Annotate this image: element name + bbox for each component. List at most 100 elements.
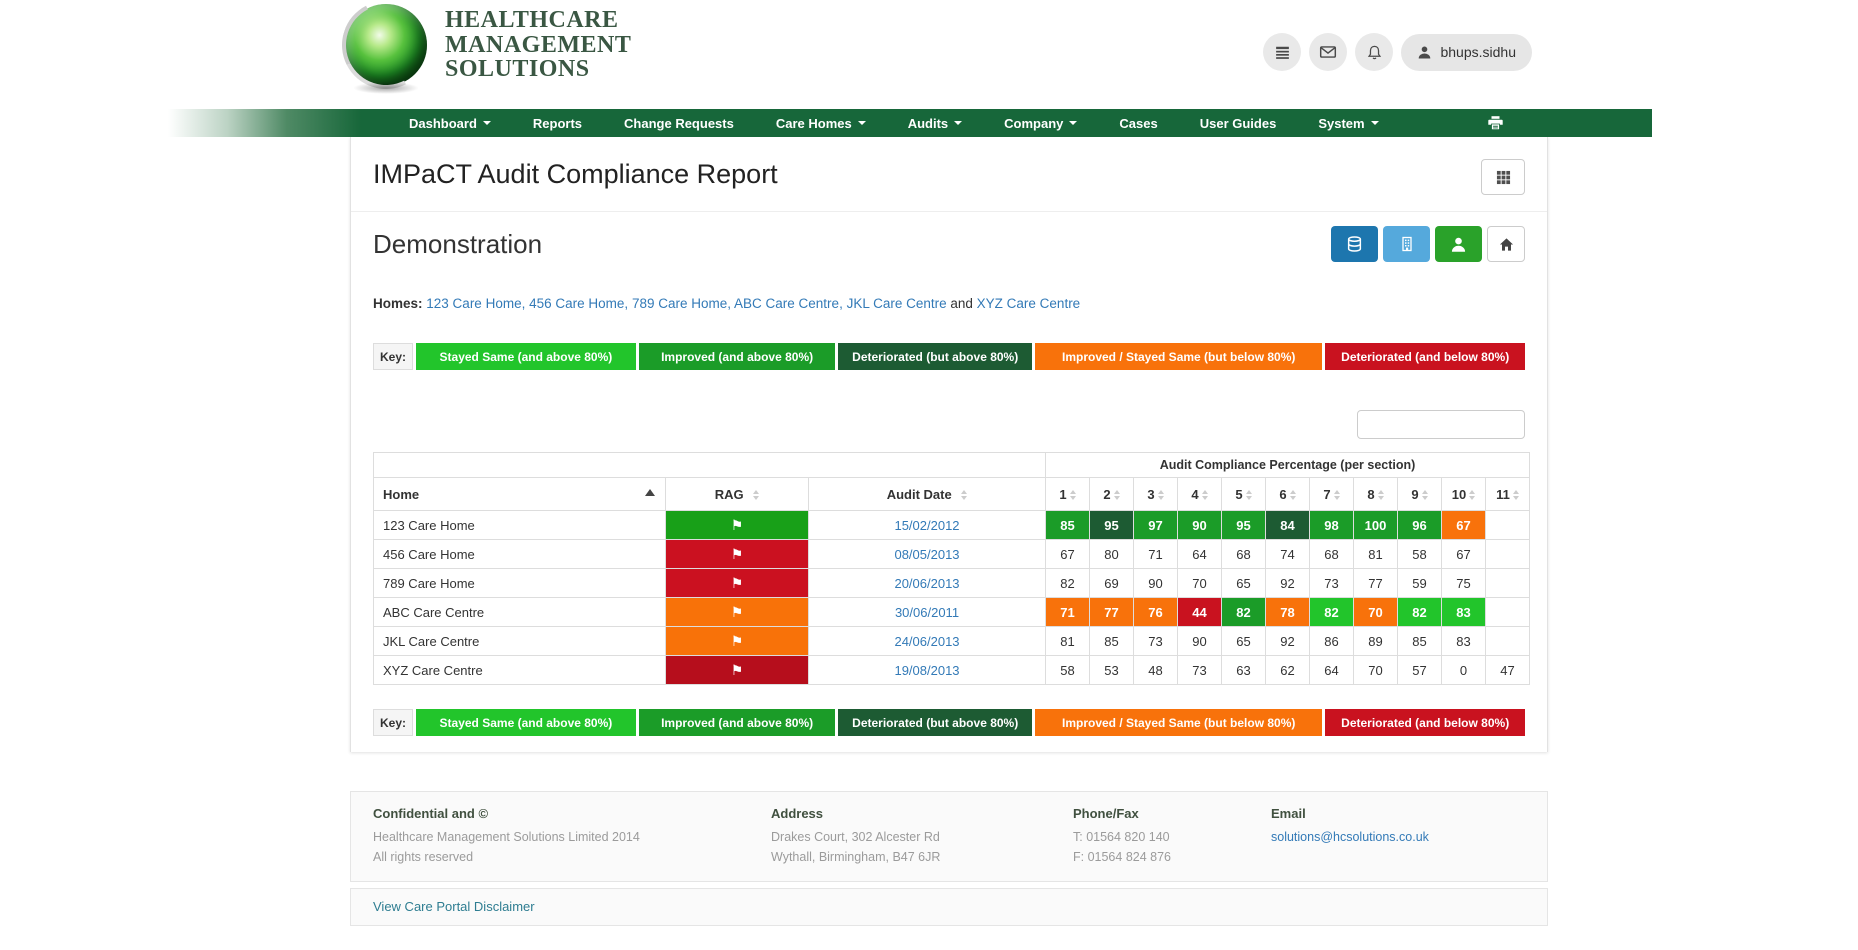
column-header-home[interactable]: Home — [374, 478, 666, 511]
column-header-6[interactable]: 6 — [1266, 478, 1310, 511]
feed-button[interactable] — [1263, 33, 1301, 71]
footer-address: Address Drakes Court, 302 Alcester Rd Wy… — [771, 806, 1073, 867]
key-item-deteriorated_above: Deteriorated (but above 80%) — [838, 343, 1032, 370]
nav-item-label: Audits — [908, 116, 948, 131]
rag-status-cell: ⚑ — [666, 656, 809, 685]
home-link-456-care-home[interactable]: 456 Care Home — [529, 296, 624, 311]
compliance-value-cell: 67 — [1442, 511, 1486, 540]
section-number-label: 1 — [1059, 487, 1066, 502]
user-menu-button[interactable]: bhups.sidhu — [1401, 34, 1532, 71]
separator: , — [624, 296, 632, 311]
home-button[interactable] — [1487, 226, 1525, 262]
column-header-9[interactable]: 9 — [1398, 478, 1442, 511]
audit-date-link[interactable]: 19/08/2013 — [809, 656, 1046, 685]
table-search-input[interactable] — [1357, 410, 1525, 439]
database-button[interactable] — [1331, 226, 1378, 262]
audit-date-link[interactable]: 08/05/2013 — [809, 540, 1046, 569]
sort-icon — [1513, 490, 1519, 500]
nav-item-dashboard[interactable]: Dashboard — [388, 109, 512, 137]
home-link-jkl-care-centre[interactable]: JKL Care Centre — [847, 296, 947, 311]
nav-item-change-requests[interactable]: Change Requests — [603, 109, 755, 137]
logo-line-2: MANAGEMENT — [445, 33, 631, 58]
nav-item-label: Change Requests — [624, 116, 734, 131]
section-number-label: 6 — [1279, 487, 1286, 502]
compliance-value-cell: 82 — [1046, 569, 1090, 598]
column-header-11[interactable]: 11 — [1486, 478, 1530, 511]
disclaimer-link[interactable]: View Care Portal Disclaimer — [373, 899, 535, 914]
user-report-button[interactable] — [1435, 226, 1482, 262]
compliance-value-cell: 48 — [1134, 656, 1178, 685]
compliance-value-cell: 71 — [1134, 540, 1178, 569]
compliance-value-cell: 97 — [1134, 511, 1178, 540]
column-header-8[interactable]: 8 — [1354, 478, 1398, 511]
nav-item-user-guides[interactable]: User Guides — [1179, 109, 1298, 137]
nav-item-label: Cases — [1119, 116, 1157, 131]
footer-email-link[interactable]: solutions@hcsolutions.co.uk — [1271, 827, 1429, 847]
nav-item-system[interactable]: System — [1297, 109, 1399, 137]
building-button[interactable] — [1383, 226, 1430, 262]
compliance-value-cell — [1486, 511, 1530, 540]
home-link-abc-care-centre[interactable]: ABC Care Centre — [734, 296, 839, 311]
flag-icon[interactable]: ⚑ — [666, 569, 808, 597]
column-header-10[interactable]: 10 — [1442, 478, 1486, 511]
compliance-value-cell: 0 — [1442, 656, 1486, 685]
audit-date-link[interactable]: 30/06/2011 — [809, 598, 1046, 627]
grid-icon — [1496, 170, 1511, 185]
audit-date-link[interactable]: 20/06/2013 — [809, 569, 1046, 598]
flag-icon[interactable]: ⚑ — [666, 598, 808, 626]
flag-icon[interactable]: ⚑ — [666, 627, 808, 655]
key-item-deteriorated_above: Deteriorated (but above 80%) — [838, 709, 1032, 736]
footer-confidential: Confidential and © Healthcare Management… — [373, 806, 771, 867]
flag-icon[interactable]: ⚑ — [666, 656, 808, 684]
compliance-value-cell: 78 — [1266, 598, 1310, 627]
compliance-value-cell: 81 — [1046, 627, 1090, 656]
flag-icon[interactable]: ⚑ — [666, 540, 808, 568]
section-number-label: 11 — [1496, 487, 1510, 502]
compliance-value-cell: 58 — [1046, 656, 1090, 685]
column-header-rag[interactable]: RAG — [666, 478, 809, 511]
nav-item-audits[interactable]: Audits — [887, 109, 983, 137]
column-header-5[interactable]: 5 — [1222, 478, 1266, 511]
compliance-value-cell: 74 — [1266, 540, 1310, 569]
logo-sphere-icon — [345, 4, 427, 86]
caret-down-icon — [954, 121, 962, 125]
logo-text: HEALTHCARE MANAGEMENT SOLUTIONS — [445, 8, 631, 82]
key-item-improved_below: Improved / Stayed Same (but below 80%) — [1035, 343, 1322, 370]
nav-item-company[interactable]: Company — [983, 109, 1098, 137]
footer-address-heading: Address — [771, 806, 1073, 821]
compliance-value-cell: 90 — [1178, 627, 1222, 656]
messages-button[interactable] — [1309, 33, 1347, 71]
audit-date-link[interactable]: 24/06/2013 — [809, 627, 1046, 656]
column-header-4[interactable]: 4 — [1178, 478, 1222, 511]
nav-item-reports[interactable]: Reports — [512, 109, 603, 137]
person-icon — [1450, 236, 1467, 253]
key-item-deteriorated_below: Deteriorated (and below 80%) — [1325, 343, 1525, 370]
key-item-deteriorated_below: Deteriorated (and below 80%) — [1325, 709, 1525, 736]
nav-item-cases[interactable]: Cases — [1098, 109, 1178, 137]
compliance-value-cell: 95 — [1090, 511, 1134, 540]
nav-item-label: Reports — [533, 116, 582, 131]
home-link-xyz-care-centre[interactable]: XYZ Care Centre — [977, 296, 1081, 311]
print-button[interactable] — [1487, 115, 1504, 131]
key-item-improved: Improved (and above 80%) — [639, 709, 836, 736]
sort-icon — [1290, 490, 1296, 500]
top-header: HEALTHCARE MANAGEMENT SOLUTIONS bhups.si… — [0, 0, 1858, 100]
nav-item-care-homes[interactable]: Care Homes — [755, 109, 887, 137]
column-header-3[interactable]: 3 — [1134, 478, 1178, 511]
audit-date-link[interactable]: 15/02/2012 — [809, 511, 1046, 540]
column-header-1[interactable]: 1 — [1046, 478, 1090, 511]
column-header-7[interactable]: 7 — [1310, 478, 1354, 511]
rag-status-cell: ⚑ — [666, 540, 809, 569]
notifications-button[interactable] — [1355, 33, 1393, 71]
compliance-value-cell: 73 — [1310, 569, 1354, 598]
grid-view-button[interactable] — [1481, 159, 1525, 195]
home-link-123-care-home[interactable]: 123 Care Home — [426, 296, 521, 311]
home-link-789-care-home[interactable]: 789 Care Home — [632, 296, 727, 311]
column-header-audit-date[interactable]: Audit Date — [809, 478, 1046, 511]
compliance-value-cell: 70 — [1354, 598, 1398, 627]
home-name-cell: 789 Care Home — [374, 569, 666, 598]
compliance-value-cell: 77 — [1090, 598, 1134, 627]
sort-icon — [1334, 490, 1340, 500]
column-header-2[interactable]: 2 — [1090, 478, 1134, 511]
flag-icon[interactable]: ⚑ — [666, 511, 808, 539]
